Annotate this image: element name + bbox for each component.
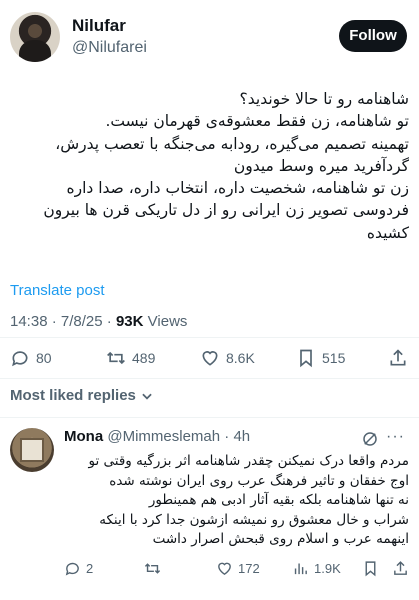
heart-icon xyxy=(202,351,218,366)
reply-line: مردم واقعا درک نمیکنن چقدر شاهنامه اثر ب… xyxy=(88,453,409,469)
reply-icon xyxy=(65,562,79,576)
repost-icon xyxy=(144,563,161,574)
heart-icon xyxy=(218,562,231,576)
tweet-line: گردآفرید میره وسط میدون xyxy=(233,156,409,175)
tweet-line: زن تو شاهنامه، شخصیت داره، انتخاب داره، … xyxy=(66,179,409,198)
reply-views-count: 1.9K xyxy=(314,561,341,576)
reply-line: شراب و خال معشوق رو نمیشه ازشون جدا کرد … xyxy=(99,511,409,528)
replies-sort-label: Most liked replies xyxy=(10,387,136,404)
reply-line: نه تنها شاهنامه بلکه بقیه آثار ادبی هم ه… xyxy=(148,492,409,508)
divider xyxy=(0,378,419,379)
bookmark-icon xyxy=(300,349,312,368)
author-avatar[interactable] xyxy=(10,12,60,62)
tweet-line: تهمینه تصمیم می‌گیره، رودابه می‌جنگه با … xyxy=(55,134,409,153)
reply-button[interactable]: 80 xyxy=(10,346,52,370)
share-icon xyxy=(394,561,407,575)
bookmark-button[interactable]: 515 xyxy=(296,346,345,370)
tweet-line: فردوسی تصویر زن ایرانی رو از دل تاریکی ق… xyxy=(43,201,409,220)
reply-reply-button[interactable]: 2 xyxy=(64,560,93,577)
reply-count: 80 xyxy=(36,350,52,366)
reply-item[interactable]: Mona @Mimmeslemah · 4h ··· مردم واقعا در… xyxy=(10,428,409,588)
tweet-header: Nilufar @Nilufarei Follow xyxy=(10,12,409,68)
tweet-text: شاهنامه رو تا حالا خوندید؟ تو شاهنامه، ز… xyxy=(10,88,409,244)
reply-share-button[interactable] xyxy=(392,560,414,577)
views-icon xyxy=(294,563,307,575)
reply-avatar[interactable] xyxy=(10,428,54,472)
translate-post-link[interactable]: Translate post xyxy=(10,282,105,299)
reply-line: اینهمه عرب و اسلام روی قبحش اصرار داشت xyxy=(152,531,409,547)
reply-bookmark-button[interactable] xyxy=(362,560,384,577)
reply-icon xyxy=(12,351,28,367)
replies-sort-dropdown[interactable]: Most liked replies xyxy=(10,387,154,404)
reply-views-button[interactable]: 1.9K xyxy=(292,560,341,577)
tweet-actions: 80 489 8.6K 515 xyxy=(10,346,409,370)
reply-line: اوج خفقان و تاثیر فرهنگ عرب روی ایران نو… xyxy=(109,472,409,489)
follow-button[interactable]: Follow xyxy=(339,20,407,52)
reply-author-handle[interactable]: @Mimmeslemah xyxy=(107,428,220,445)
reply-repost-button[interactable] xyxy=(144,560,166,577)
reply-like-count: 172 xyxy=(238,561,260,576)
divider xyxy=(0,417,419,418)
reply-like-button[interactable]: 172 xyxy=(216,560,260,577)
author-handle[interactable]: @Nilufarei xyxy=(72,39,147,57)
views-label: Views xyxy=(147,313,188,330)
views-count: 93K xyxy=(115,313,144,330)
tweet-line: کشیده xyxy=(366,223,409,242)
reply-header: Mona @Mimmeslemah · 4h xyxy=(64,428,251,445)
tweet-line: تو شاهنامه، زن فقط معشوقه‌ی قهرمان نیست. xyxy=(105,112,409,131)
divider xyxy=(0,337,419,338)
more-options-icon[interactable]: ··· xyxy=(386,428,405,446)
share-button[interactable] xyxy=(388,346,408,370)
reply-reply-count: 2 xyxy=(86,561,94,576)
reply-time[interactable]: 4h xyxy=(233,428,250,445)
repost-count: 489 xyxy=(132,350,156,366)
grok-icon[interactable] xyxy=(361,430,379,448)
bookmark-icon xyxy=(365,561,376,577)
reply-text: مردم واقعا درک نمیکنن چقدر شاهنامه اثر ب… xyxy=(64,452,409,550)
like-button[interactable]: 8.6K xyxy=(200,346,255,370)
repost-button[interactable]: 489 xyxy=(106,346,155,370)
tweet-meta: 14:38 · 7/8/25 · 93K Views xyxy=(10,313,188,330)
tweet-time[interactable]: 14:38 xyxy=(10,313,48,330)
reply-actions: 2 172 1.9K xyxy=(64,560,409,580)
repost-icon xyxy=(107,351,125,365)
bookmark-count: 515 xyxy=(322,350,346,366)
like-count: 8.6K xyxy=(226,350,255,366)
author-display-name[interactable]: Nilufar xyxy=(72,16,126,36)
chevron-down-icon xyxy=(142,393,152,400)
share-icon xyxy=(390,349,406,366)
reply-author-name[interactable]: Mona xyxy=(64,428,103,445)
tweet-line: شاهنامه رو تا حالا خوندید؟ xyxy=(239,90,409,108)
tweet-date[interactable]: 7/8/25 xyxy=(61,313,103,330)
